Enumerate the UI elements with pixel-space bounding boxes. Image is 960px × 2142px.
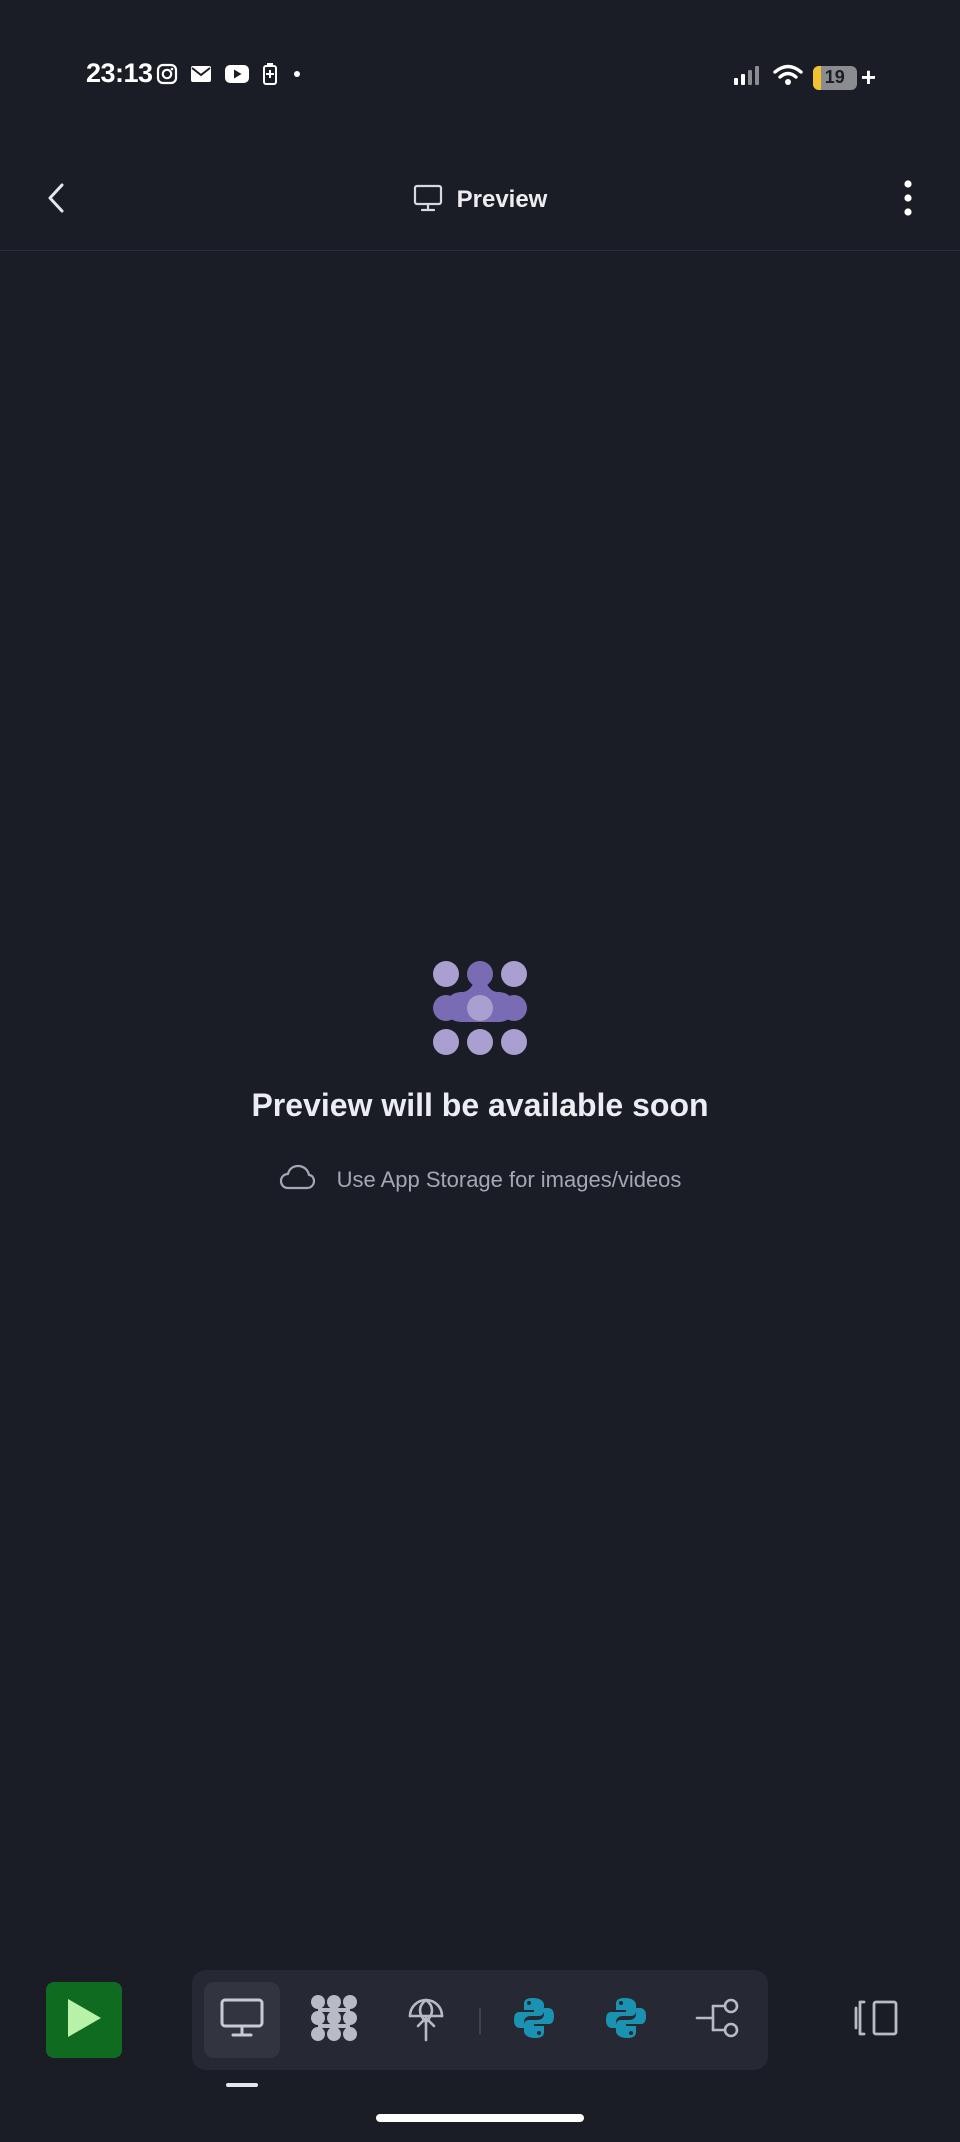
more-vertical-icon (903, 179, 913, 221)
panel-toggle-icon (852, 1998, 900, 2043)
tool-python-2-button[interactable] (588, 1982, 664, 2058)
cloud-icon (279, 1164, 315, 1195)
tool-preview-button[interactable] (204, 1982, 280, 2058)
more-menu-button[interactable] (896, 179, 920, 221)
monitor-icon (220, 1998, 264, 2043)
signal-icon (733, 64, 763, 91)
active-tool-indicator (226, 2083, 258, 2087)
battery-saver-icon (262, 62, 278, 86)
dots-grid-icon (310, 1994, 358, 2047)
youtube-icon (224, 64, 250, 84)
wifi-icon (773, 64, 803, 91)
battery-icon: 19 (812, 65, 857, 90)
page-title: Preview (456, 186, 548, 213)
python-icon (604, 1996, 648, 2045)
tool-python-1-button[interactable] (496, 1982, 572, 2058)
monitor-icon (413, 184, 443, 217)
python-icon (512, 1996, 556, 2045)
tool-group (192, 1970, 768, 2070)
git-branch-icon (695, 1998, 741, 2043)
tool-deploy-button[interactable] (388, 1982, 464, 2058)
empty-state-title: Preview will be available soon (251, 1087, 709, 1123)
tool-divider (479, 2008, 481, 2034)
system-icons: 19 + (733, 62, 876, 93)
dot-icon (290, 67, 304, 81)
charging-indicator: + (860, 62, 876, 92)
app-storage-hint[interactable]: Use App Storage for images/videos (279, 1164, 682, 1195)
antenna-icon (406, 1994, 446, 2047)
tool-git-button[interactable] (680, 1982, 756, 2058)
play-icon (64, 1996, 104, 2045)
notification-icons (156, 62, 304, 86)
storage-hint-text: Use App Storage for images/videos (336, 1166, 682, 1192)
header-title-group: Preview (0, 150, 960, 250)
tool-packages-button[interactable] (296, 1982, 372, 2058)
app-logo-icon (432, 960, 528, 1061)
status-time: 23:13 (86, 58, 153, 88)
home-indicator[interactable] (376, 2114, 584, 2122)
panel-toggle-button[interactable] (848, 1994, 904, 2046)
instagram-icon (156, 63, 178, 85)
mail-icon (190, 65, 212, 83)
battery-fill (812, 65, 822, 90)
empty-state: Preview will be available soon Use App S… (0, 960, 960, 1195)
run-button[interactable] (46, 1982, 122, 2058)
battery-level: 19 (824, 67, 845, 87)
status-bar: 23:13 19 + (0, 0, 960, 150)
app-header: Preview (0, 150, 960, 251)
